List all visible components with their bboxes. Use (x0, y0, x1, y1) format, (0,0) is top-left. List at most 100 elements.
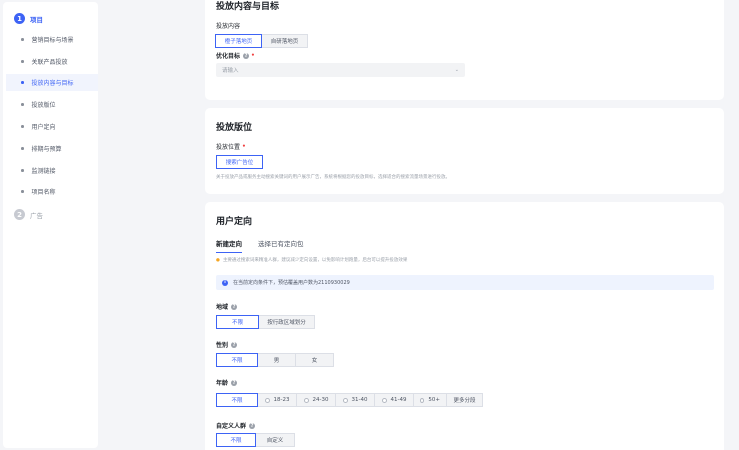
lightbulb-icon: ● (216, 258, 220, 263)
step-label-ad: 广告 (30, 211, 43, 220)
help-icon[interactable]: ? (243, 52, 250, 59)
position-segmented: 搜索广告位 (216, 155, 263, 169)
help-icon[interactable]: ? (249, 422, 256, 429)
placement-hint: 关于投放产品或服务主动搜索关键词的用户展示广告，系统将根据您的投放目标，选择适合… (216, 175, 450, 180)
sidebar-item-label: 排期与预算 (31, 146, 62, 153)
gender-option-female[interactable]: 女 (295, 353, 334, 367)
sidebar-item-linked-product[interactable]: 关联产品投放 (6, 53, 98, 70)
age-option-label: 18-23 (273, 397, 290, 403)
sidebar-item-label: 关联产品投放 (31, 59, 68, 66)
checkbox-icon (342, 397, 348, 403)
gender-option-male[interactable]: 男 (257, 353, 296, 367)
coverage-info-text: 在当前定向条件下，预估覆盖用户数为2110930029 (233, 280, 350, 286)
step-label-project: 项目 (30, 15, 43, 24)
chevron-down-icon: ⌄ (454, 67, 459, 73)
custom-audience-label: 自定义人群 ? (216, 421, 256, 430)
age-option-50-plus[interactable]: 50+ (413, 393, 447, 407)
sidebar-item-project-name[interactable]: 项目名称 (6, 183, 98, 200)
section-title: 投放版位 (216, 123, 253, 133)
sidebar-item-schedule-budget[interactable]: 排期与预算 (6, 140, 98, 157)
step-ad[interactable]: 2 广告 (14, 209, 43, 220)
step-number-2: 2 (14, 209, 25, 220)
sidebar-item-audience[interactable]: 用户定向 (6, 118, 98, 135)
custom-audience-segmented: 不限 自定义 (216, 433, 295, 447)
help-icon[interactable]: ? (231, 341, 238, 348)
tab-existing-package[interactable]: 选择已有定向包 (258, 238, 304, 253)
goal-select[interactable]: 请输入 ⌄ (216, 63, 465, 77)
custom-audience-option-custom[interactable]: 自定义 (255, 433, 295, 447)
audience-tabs: 新建定向 选择已有定向包 (216, 238, 320, 253)
sidebar-item-label: 项目名称 (31, 189, 56, 196)
help-icon[interactable]: ? (231, 303, 238, 310)
help-icon[interactable]: ? (231, 379, 238, 386)
age-label: 年龄 ? (216, 378, 238, 387)
gender-label-text: 性别 (216, 342, 229, 349)
audience-hint-text: 主要通过搜索词来精准人群，建议减少定向设置，以免影响计划跑量，后台可以提升投放效… (222, 258, 408, 263)
sidebar-item-label: 用户定向 (31, 124, 56, 131)
position-option-search-ad[interactable]: 搜索广告位 (216, 155, 263, 169)
age-option-unlimited[interactable]: 不限 (216, 393, 258, 407)
age-option-31-40[interactable]: 31-40 (335, 393, 375, 407)
required-mark: • (251, 52, 255, 59)
checkbox-icon (264, 397, 270, 403)
age-option-41-49[interactable]: 41-49 (374, 393, 414, 407)
region-label-text: 地域 (216, 304, 229, 311)
custom-audience-option-unlimited[interactable]: 不限 (216, 433, 256, 447)
checkbox-icon (420, 397, 425, 403)
audience-card: 用户定向 新建定向 选择已有定向包 ● 主要通过搜索词来精准人群，建议减少定向设置… (205, 202, 724, 450)
position-label-text: 投放位置 (216, 144, 241, 151)
sidebar-item-content-goal[interactable]: 投放内容与目标 (6, 74, 98, 91)
required-mark: • (242, 143, 246, 150)
region-option-unlimited[interactable]: 不限 (216, 315, 259, 329)
region-segmented: 不限 按行政区域划分 (216, 315, 315, 329)
sidebar-item-label: 投放版位 (31, 102, 56, 109)
bullet-icon (21, 190, 24, 193)
checkbox-icon (381, 397, 387, 403)
age-option-label: 41-49 (390, 397, 407, 403)
sidebar-nav: 1 项目 营销目标与场景 关联产品投放 投放内容与目标 投放版位 用户定向 排期… (3, 2, 98, 448)
bullet-icon (21, 169, 24, 172)
region-option-administrative[interactable]: 按行政区域划分 (258, 315, 315, 329)
age-option-label: 50+ (428, 397, 440, 403)
bullet-icon (21, 60, 24, 63)
content-goal-card: 投放内容与目标 投放内容 橙子落地页 自研落地页 优化目标 ? • 请输入 ⌄ (205, 0, 724, 100)
section-title: 投放内容与目标 (216, 2, 280, 12)
audience-hint: ● 主要通过搜索词来精准人群，建议减少定向设置，以免影响计划跑量，后台可以提升投放… (216, 257, 407, 263)
bullet-icon (21, 81, 24, 84)
gender-option-unlimited[interactable]: 不限 (216, 353, 258, 367)
bullet-icon (21, 125, 24, 128)
age-segmented: 不限 18-23 24-30 31-40 41-49 50+ 更多分段 (216, 393, 483, 407)
placement-card: 投放版位 投放位置 • 搜索广告位 关于投放产品或服务主动搜索关键词的用户展示广… (205, 108, 724, 194)
bullet-icon (21, 103, 24, 106)
content-option-orange-landing[interactable]: 橙子落地页 (215, 34, 262, 48)
coverage-info-bar: i 在当前定向条件下，预估覆盖用户数为2110930029 (216, 275, 714, 290)
info-icon: i (222, 279, 228, 286)
custom-audience-label-text: 自定义人群 (216, 423, 247, 430)
age-option-label: 31-40 (351, 397, 368, 403)
section-title: 用户定向 (216, 217, 253, 227)
age-option-24-30[interactable]: 24-30 (296, 393, 336, 407)
content-option-custom-landing[interactable]: 自研落地页 (261, 34, 308, 48)
age-option-more-segments[interactable]: 更多分段 (446, 393, 483, 407)
bullet-icon (21, 147, 24, 150)
sidebar-item-tracking-link[interactable]: 监测链接 (6, 162, 98, 179)
content-segmented: 橙子落地页 自研落地页 (215, 34, 308, 48)
position-label: 投放位置 • (216, 142, 246, 151)
content-label-text: 投放内容 (216, 23, 241, 30)
age-label-text: 年龄 (216, 380, 229, 387)
goal-label-text: 优化目标 (216, 53, 241, 60)
step-number-1: 1 (14, 13, 25, 24)
step-project[interactable]: 1 项目 (14, 13, 43, 24)
goal-select-placeholder: 请输入 (222, 68, 239, 74)
sidebar-item-placement[interactable]: 投放版位 (6, 96, 98, 113)
checkbox-icon (303, 397, 309, 403)
age-option-18-23[interactable]: 18-23 (257, 393, 297, 407)
sidebar-item-label: 监测链接 (31, 168, 56, 175)
sidebar-item-label: 投放内容与目标 (31, 80, 74, 87)
bullet-icon (21, 38, 24, 41)
age-option-label: 24-30 (312, 397, 329, 403)
goal-label: 优化目标 ? • (216, 51, 255, 60)
gender-segmented: 不限 男 女 (216, 353, 334, 367)
sidebar-item-marketing-goal[interactable]: 营销目标与场景 (6, 31, 98, 48)
tab-new-targeting[interactable]: 新建定向 (216, 238, 242, 253)
